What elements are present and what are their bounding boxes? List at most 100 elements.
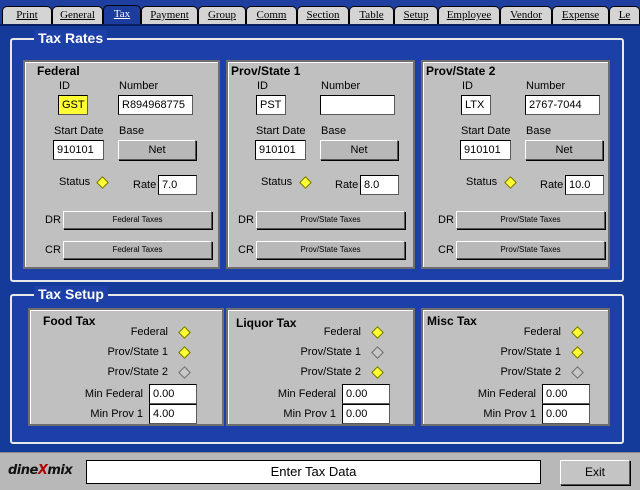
start-date-label: Start Date (54, 125, 104, 137)
liquor-tax-panel: Liquor Tax Federal Prov/State 1 Prov/Sta… (226, 308, 415, 426)
id-label: ID (462, 80, 473, 92)
exit-button[interactable]: Exit (560, 460, 630, 485)
prov2-label: Prov/State 2 (300, 366, 361, 378)
prov1-rate-field[interactable]: 8.0 (360, 175, 399, 195)
min-federal-label: Min Federal (277, 388, 336, 400)
prov2-number-field[interactable]: 2767-7044 (525, 95, 600, 115)
tax-setup-title: Tax Setup (34, 286, 108, 302)
tab-table[interactable]: Table (349, 6, 394, 24)
prov1-dr-button[interactable]: Prov/State Taxes (256, 211, 405, 229)
misc-prov1-diamond-icon[interactable] (571, 346, 584, 359)
logo-text-left: dine (8, 463, 38, 478)
id-label: ID (257, 80, 268, 92)
base-label: Base (526, 125, 552, 137)
federal-start-date-field[interactable]: 910101 (53, 140, 104, 160)
prov1-number-field[interactable] (320, 95, 395, 115)
liquor-min-federal-field[interactable]: 0.00 (342, 384, 390, 404)
footer-bar: dineXmix Enter Tax Data Exit (0, 452, 640, 490)
min-federal-label: Min Federal (84, 388, 143, 400)
rate-label: Rate (335, 179, 359, 191)
min-prov1-label: Min Prov 1 (90, 408, 143, 420)
federal-label: Federal (323, 326, 361, 338)
food-prov1-diamond-icon[interactable] (178, 346, 191, 359)
tab-bar: Print General Tax Payment Group Comm Sec… (0, 0, 640, 25)
prov2-id-field[interactable]: LTX (461, 95, 491, 115)
prov1-base-button[interactable]: Net (320, 140, 398, 160)
rate-label: Rate (540, 179, 564, 191)
tab-print[interactable]: Print (2, 6, 52, 24)
number-label: Number (119, 80, 159, 92)
prov1-id-field[interactable]: PST (256, 95, 286, 115)
federal-status-diamond-icon[interactable] (96, 176, 109, 189)
tab-employee[interactable]: Employee (438, 6, 500, 24)
tab-setup[interactable]: Setup (394, 6, 438, 24)
base-label: Base (321, 125, 347, 137)
liquor-prov2-diamond-icon[interactable] (371, 366, 384, 379)
prov1-label: Prov/State 1 (500, 346, 561, 358)
liquor-prov1-diamond-icon[interactable] (371, 346, 384, 359)
prov1-start-date-field[interactable]: 910101 (255, 140, 306, 160)
tab-expense[interactable]: Expense (552, 6, 609, 24)
prov1-status-diamond-icon[interactable] (299, 176, 312, 189)
prov2-base-button[interactable]: Net (525, 140, 603, 160)
prov2-label: Prov/State 2 (107, 366, 168, 378)
tab-le[interactable]: Le (609, 6, 640, 24)
misc-federal-diamond-icon[interactable] (571, 326, 584, 339)
rate-label: Rate (133, 179, 157, 191)
base-label: Base (119, 125, 145, 137)
prov-state-2-panel: Prov/State 2 ID Number LTX 2767-7044 Sta… (421, 60, 610, 269)
prov2-cr-button[interactable]: Prov/State Taxes (456, 241, 605, 259)
tab-general[interactable]: General (52, 6, 103, 24)
status-message: Enter Tax Data (86, 460, 541, 484)
food-federal-diamond-icon[interactable] (178, 326, 191, 339)
food-min-federal-field[interactable]: 0.00 (149, 384, 197, 404)
prov2-status-diamond-icon[interactable] (504, 176, 517, 189)
cr-label: CR (438, 244, 454, 256)
min-prov1-label: Min Prov 1 (483, 408, 536, 420)
food-prov2-diamond-icon[interactable] (178, 366, 191, 379)
misc-min-prov1-field[interactable]: 0.00 (542, 404, 590, 424)
food-min-prov1-field[interactable]: 4.00 (149, 404, 197, 424)
misc-prov2-diamond-icon[interactable] (571, 366, 584, 379)
tab-group[interactable]: Group (198, 6, 246, 24)
federal-panel: Federal ID Number GST R894968775 Start D… (23, 60, 220, 269)
prov2-start-date-field[interactable]: 910101 (460, 140, 511, 160)
prov1-label: Prov/State 1 (107, 346, 168, 358)
liquor-federal-diamond-icon[interactable] (371, 326, 384, 339)
federal-cr-button[interactable]: Federal Taxes (63, 241, 212, 259)
federal-rate-field[interactable]: 7.0 (158, 175, 197, 195)
federal-label: Federal (130, 326, 168, 338)
start-date-label: Start Date (256, 125, 306, 137)
federal-id-field[interactable]: GST (58, 95, 88, 115)
status-label: Status (59, 176, 91, 188)
panel-title: Prov/State 2 (426, 64, 496, 78)
logo-x-mark: X (37, 463, 48, 478)
dinemix-logo: dineXmix (8, 463, 73, 478)
number-label: Number (321, 80, 361, 92)
food-tax-panel: Food Tax Federal Prov/State 1 Prov/State… (28, 308, 224, 426)
tab-vendor[interactable]: Vendor (500, 6, 552, 24)
dr-label: DR (238, 214, 254, 226)
misc-min-federal-field[interactable]: 0.00 (542, 384, 590, 404)
prov1-cr-button[interactable]: Prov/State Taxes (256, 241, 405, 259)
federal-base-button[interactable]: Net (118, 140, 196, 160)
prov2-dr-button[interactable]: Prov/State Taxes (456, 211, 605, 229)
main-area: Tax Rates Federal ID Number GST R8949687… (0, 24, 640, 452)
tab-section[interactable]: Section (297, 6, 349, 24)
prov1-label: Prov/State 1 (300, 346, 361, 358)
cr-label: CR (238, 244, 254, 256)
tax-rates-section: Tax Rates Federal ID Number GST R8949687… (10, 30, 624, 282)
dr-label: DR (45, 214, 61, 226)
federal-dr-button[interactable]: Federal Taxes (63, 211, 212, 229)
tab-tax[interactable]: Tax (103, 5, 141, 25)
cr-label: CR (45, 244, 61, 256)
status-label: Status (466, 176, 498, 188)
tab-comm[interactable]: Comm (246, 6, 297, 24)
start-date-label: Start Date (461, 125, 511, 137)
federal-number-field[interactable]: R894968775 (118, 95, 193, 115)
tab-payment[interactable]: Payment (141, 6, 198, 24)
prov2-rate-field[interactable]: 10.0 (565, 175, 604, 195)
misc-tax-panel: Misc Tax Federal Prov/State 1 Prov/State… (421, 308, 610, 426)
number-label: Number (526, 80, 566, 92)
liquor-min-prov1-field[interactable]: 0.00 (342, 404, 390, 424)
